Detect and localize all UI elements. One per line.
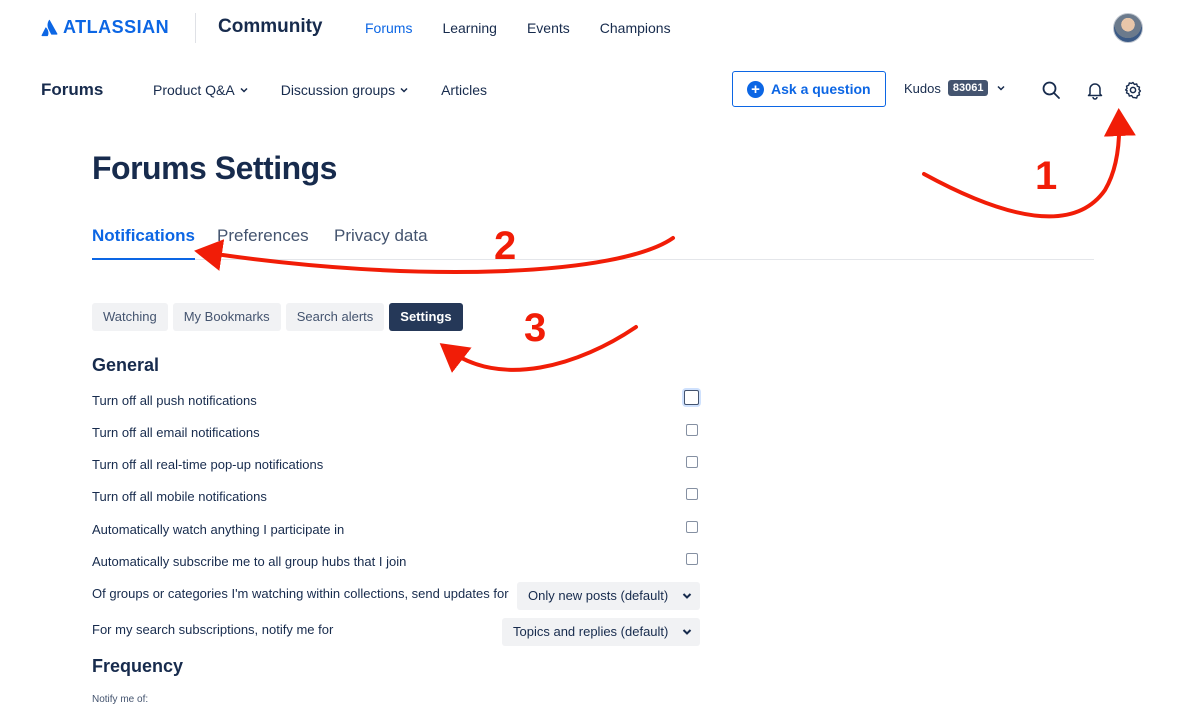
setting-label: Automatically subscribe me to all group …: [92, 554, 407, 569]
setting-row: Turn off all push notifications: [92, 390, 702, 410]
subtab-settings[interactable]: Settings: [389, 303, 463, 331]
page-title: Forums Settings: [92, 150, 337, 186]
arrow-to-settings-gear: [922, 108, 1136, 219]
mobile-notifications-checkbox[interactable]: [686, 488, 698, 500]
nav-articles-label: Articles: [441, 82, 487, 98]
setting-label: Automatically watch anything I participa…: [92, 522, 345, 537]
nav-learning[interactable]: Learning: [442, 20, 497, 36]
product-name[interactable]: Community: [218, 16, 323, 38]
subtab-search-alerts[interactable]: Search alerts: [285, 303, 385, 331]
plus-icon: +: [747, 80, 764, 98]
ask-question-button[interactable]: + Ask a question: [732, 71, 886, 107]
setting-row: Turn off all mobile notifications: [92, 488, 702, 506]
select-value: Topics and replies (default): [513, 624, 669, 639]
search-subscriptions-select[interactable]: Topics and replies (default): [502, 618, 700, 646]
chevron-down-icon: [240, 87, 248, 93]
chevron-down-icon: [400, 87, 408, 93]
ask-question-label: Ask a question: [771, 81, 871, 97]
general-heading: General: [92, 355, 160, 375]
setting-row: Turn off all real-time pop-up notificati…: [92, 456, 702, 474]
setting-row: Automatically subscribe me to all group …: [92, 553, 702, 571]
popup-notifications-checkbox[interactable]: [686, 456, 698, 468]
push-notifications-checkbox[interactable]: [684, 390, 699, 405]
auto-subscribe-checkbox[interactable]: [686, 553, 698, 565]
setting-label: Of groups or categories I'm watching wit…: [92, 586, 509, 601]
section-title[interactable]: Forums: [41, 80, 103, 100]
setting-label: Turn off all real-time pop-up notificati…: [92, 457, 324, 472]
select-value: Only new posts (default): [528, 588, 669, 603]
subtab-watching[interactable]: Watching: [92, 303, 168, 331]
nav-forums[interactable]: Forums: [365, 20, 412, 36]
frequency-heading: Frequency: [92, 656, 184, 676]
subtab-my-bookmarks[interactable]: My Bookmarks: [172, 303, 281, 331]
tab-privacy-data[interactable]: Privacy data: [334, 226, 428, 260]
gear-icon[interactable]: [1122, 79, 1144, 101]
chevron-down-icon: [682, 593, 692, 599]
setting-row: Turn off all email notifications: [92, 424, 702, 442]
annotation-label-1: 1: [1035, 154, 1058, 198]
kudos-count-badge: 83061: [947, 80, 989, 96]
setting-label: Turn off all email notifications: [92, 425, 260, 440]
auto-watch-checkbox[interactable]: [686, 521, 698, 533]
atlassian-logo[interactable]: ATLASSIAN: [41, 17, 169, 38]
setting-label: Turn off all mobile notifications: [92, 489, 267, 504]
annotation-label-3: 3: [524, 306, 547, 350]
kudos-menu[interactable]: Kudos 83061: [904, 80, 1006, 96]
nav-events[interactable]: Events: [527, 20, 570, 36]
atlassian-mark-icon: [41, 19, 58, 36]
divider: [195, 13, 196, 43]
tab-notifications[interactable]: Notifications: [92, 226, 195, 260]
user-avatar[interactable]: [1113, 13, 1143, 43]
email-notifications-checkbox[interactable]: [686, 424, 698, 436]
nav-product-qa[interactable]: Product Q&A: [153, 82, 249, 98]
nav-champions[interactable]: Champions: [600, 20, 671, 36]
notify-me-of-label: Notify me of:: [92, 694, 149, 705]
kudos-label: Kudos: [904, 80, 941, 96]
chevron-down-icon: [997, 85, 1005, 91]
settings-tabs: Notifications Preferences Privacy data: [92, 226, 1094, 260]
tab-preferences[interactable]: Preferences: [217, 226, 309, 260]
notification-subtabs: Watching My Bookmarks Search alerts Sett…: [92, 303, 463, 331]
global-nav: Forums Learning Events Champions: [365, 20, 701, 36]
brand-name: ATLASSIAN: [63, 17, 170, 37]
setting-row: Automatically watch anything I participa…: [92, 521, 702, 539]
forums-nav: Product Q&A Discussion groups Articles: [153, 82, 519, 98]
nav-discussion-groups[interactable]: Discussion groups: [281, 82, 409, 98]
search-icon[interactable]: [1040, 79, 1062, 101]
setting-label: Turn off all push notifications: [92, 393, 257, 408]
chevron-down-icon: [682, 629, 692, 635]
global-header: ATLASSIAN Community Forums Learning Even…: [0, 0, 1181, 56]
annotation-label-2: 2: [494, 224, 517, 268]
nav-discussion-groups-label: Discussion groups: [280, 82, 396, 98]
setting-label: For my search subscriptions, notify me f…: [92, 622, 334, 637]
forums-header: Forums Product Q&A Discussion groups Art…: [0, 60, 1181, 120]
collection-updates-select[interactable]: Only new posts (default): [517, 582, 700, 610]
nav-articles[interactable]: Articles: [441, 82, 487, 98]
bell-icon[interactable]: [1084, 79, 1106, 101]
nav-product-qa-label: Product Q&A: [153, 82, 235, 98]
